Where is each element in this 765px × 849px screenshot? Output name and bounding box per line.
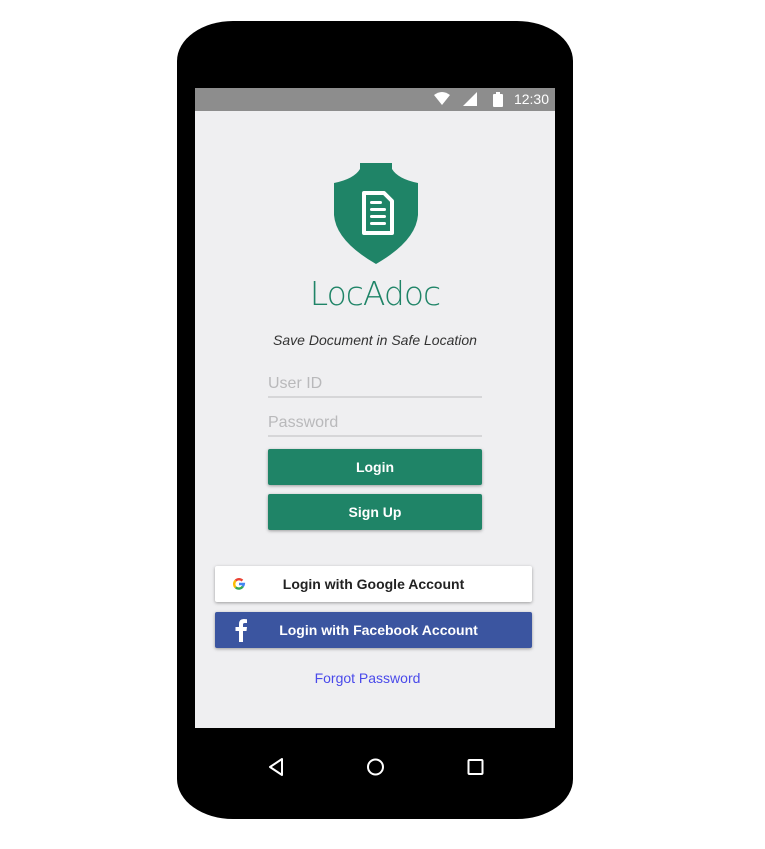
battery-icon [493,92,503,107]
brand-name: LocAdoc [309,274,441,313]
password-input[interactable] [268,411,482,437]
back-icon[interactable] [267,757,285,777]
home-icon[interactable] [366,757,385,777]
shield-document-icon [332,163,420,265]
signal-icon [463,92,477,106]
recents-icon[interactable] [467,757,484,777]
facebook-login-button[interactable]: Login with Facebook Account [215,612,532,648]
login-button[interactable]: Login [268,449,482,485]
app-screen: 12:30 LocAdoc Save Document in Safe Loca… [195,88,555,728]
forgot-password-link[interactable]: Forgot Password [195,670,540,686]
facebook-login-label: Login with Facebook Account [279,622,478,638]
status-bar: 12:30 [195,88,555,111]
google-login-label: Login with Google Account [282,576,465,592]
status-time: 12:30 [513,91,549,107]
user-id-input[interactable] [268,372,482,398]
wifi-icon [434,92,450,105]
sign-up-button[interactable]: Sign Up [268,494,482,530]
google-login-button[interactable]: Login with Google Account [215,566,532,602]
tagline: Save Document in Safe Location [273,332,477,348]
